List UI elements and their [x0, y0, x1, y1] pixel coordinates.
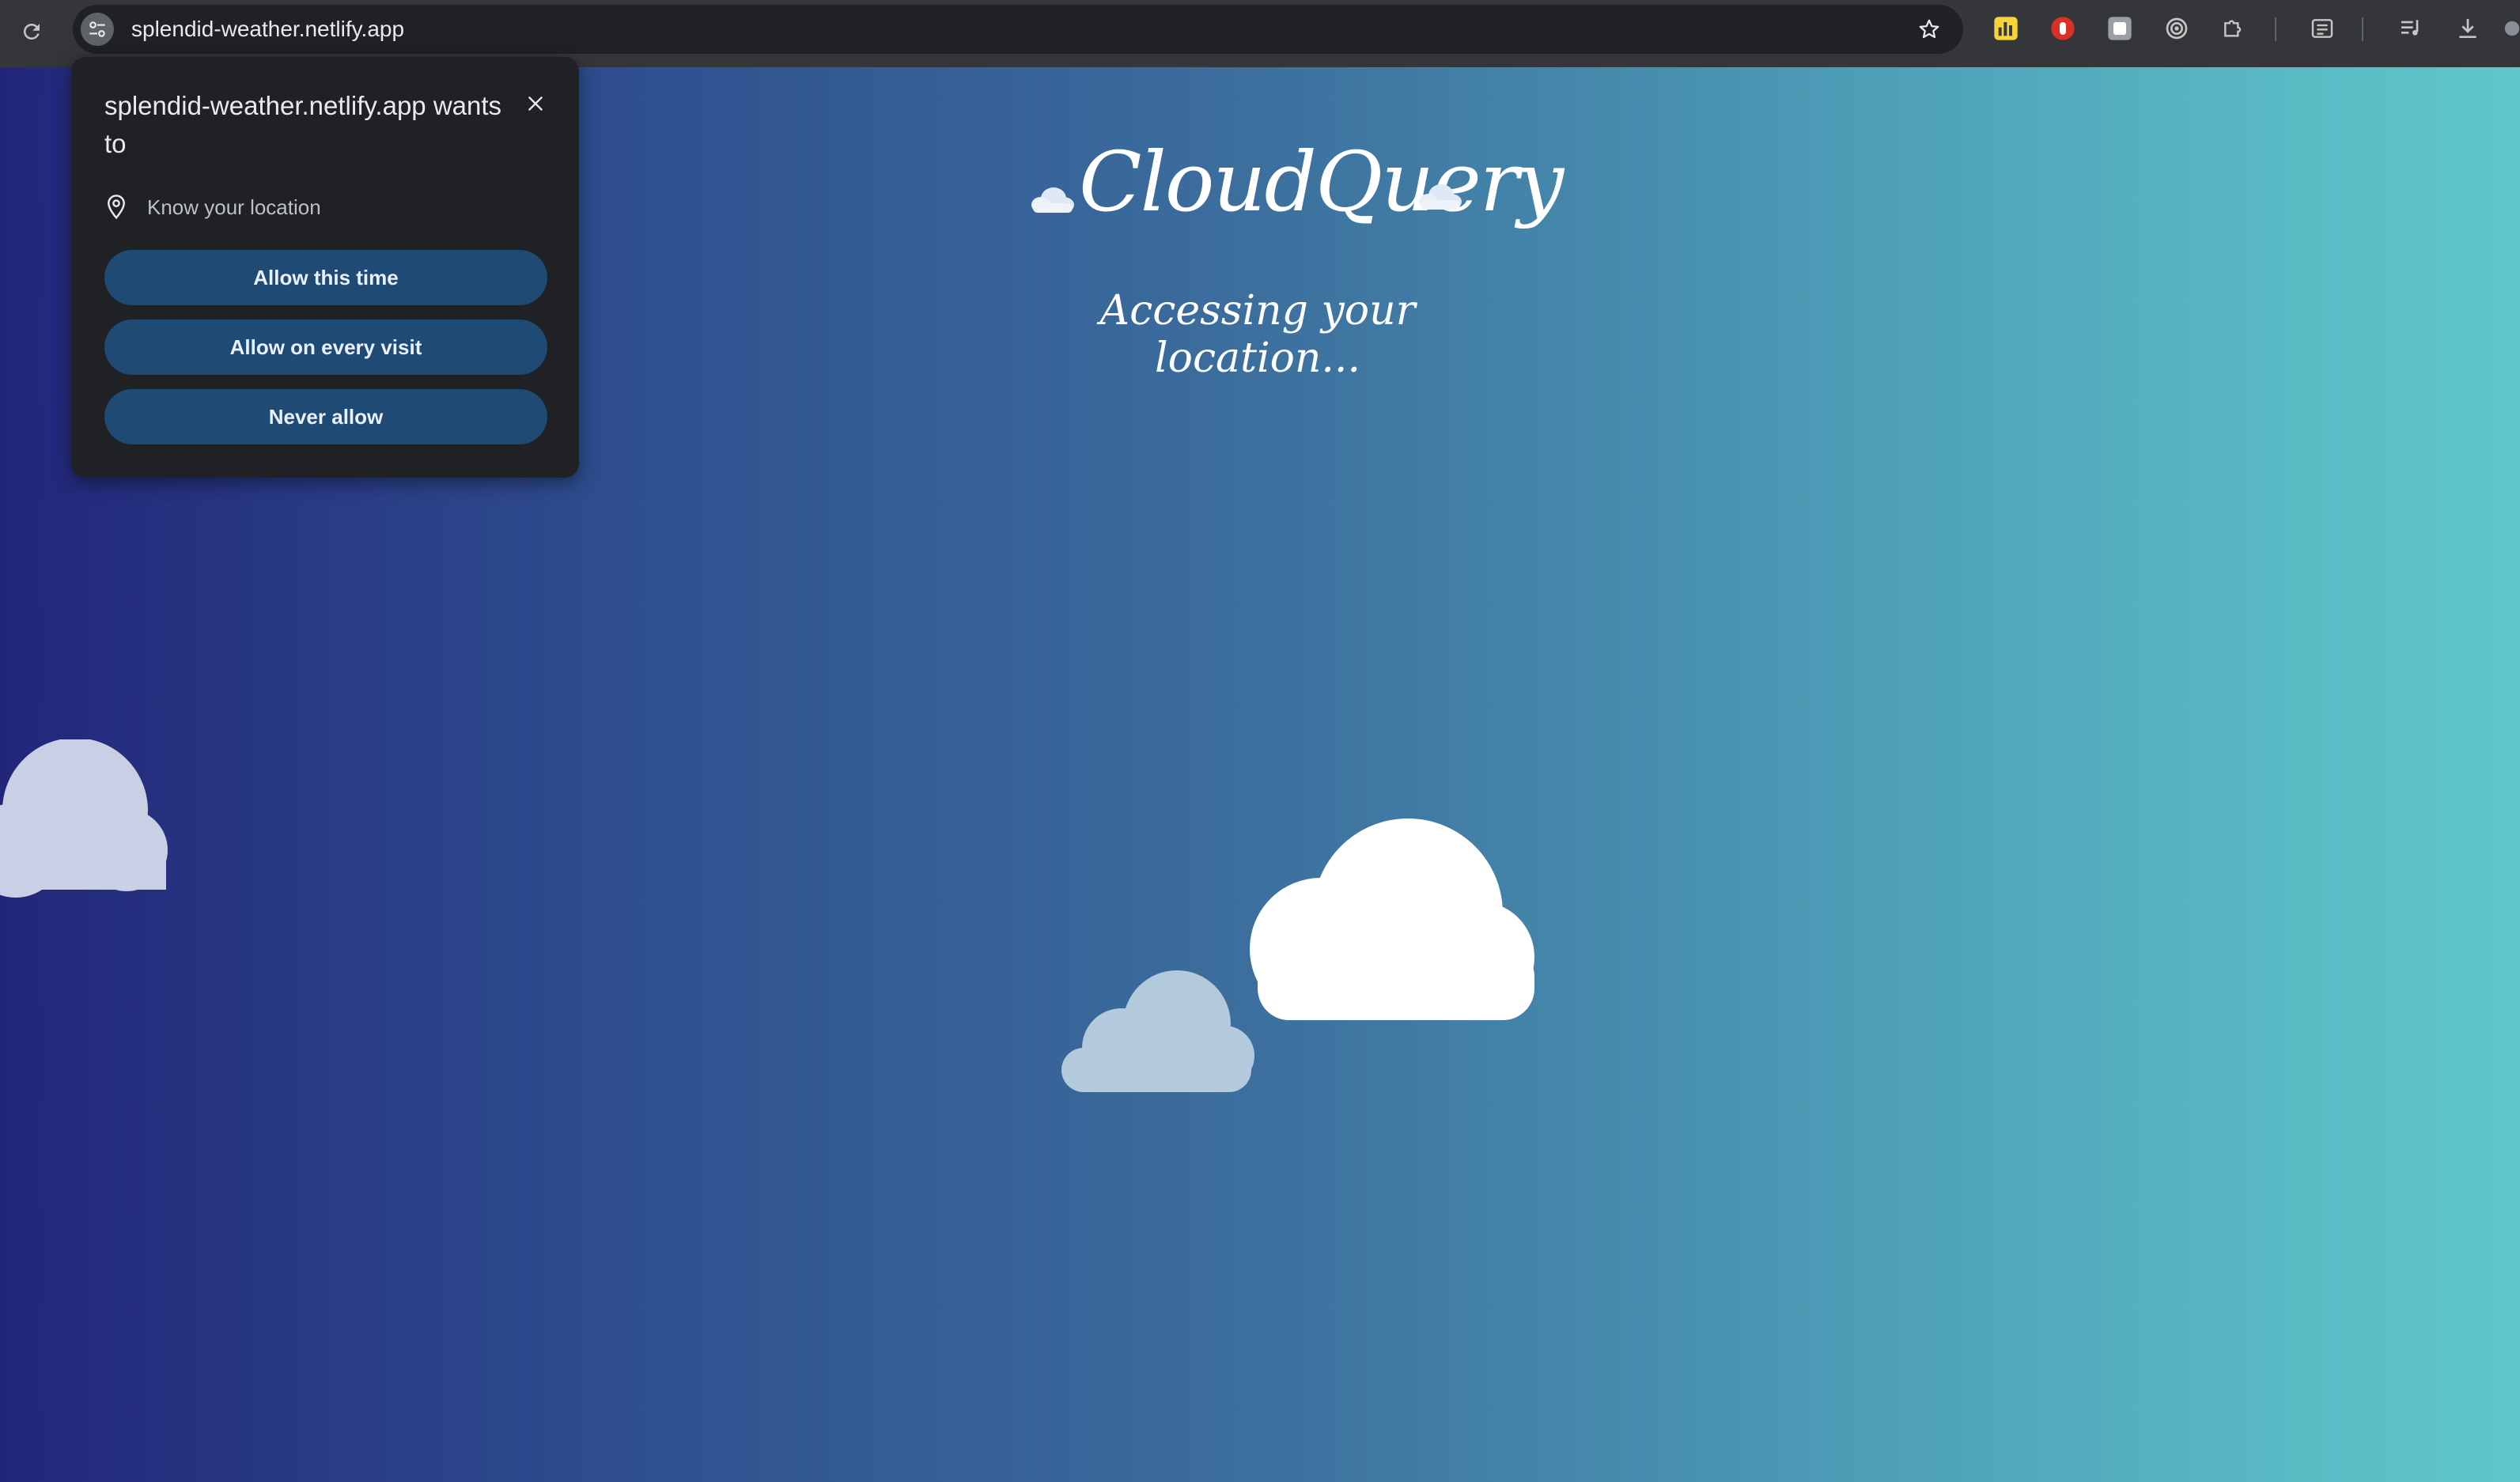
target-extension-icon[interactable]: [2162, 14, 2191, 43]
allow-every-visit-button[interactable]: Allow on every visit: [104, 319, 547, 375]
url-text[interactable]: splendid-weather.netlify.app: [131, 5, 404, 54]
app-title: CloudQuery: [1079, 134, 1564, 230]
avatar[interactable]: [2504, 14, 2520, 43]
reading-list-icon[interactable]: [2308, 14, 2336, 43]
cloud-illustration: [0, 739, 168, 898]
download-icon[interactable]: [2454, 14, 2482, 43]
chart-extension-icon[interactable]: [1992, 14, 2020, 43]
permission-row: Know your location: [104, 191, 321, 223]
tune-icon[interactable]: [81, 13, 114, 46]
toolbar-divider: [2362, 17, 2363, 41]
cloud-illustration: [1250, 819, 1534, 1020]
cloud-illustration: [1061, 970, 1254, 1092]
media-queue-icon[interactable]: [2397, 14, 2425, 43]
status-message: Accessing your location...: [1099, 287, 1416, 382]
cloud-icon: [1419, 184, 1462, 210]
allow-this-time-button[interactable]: Allow this time: [104, 250, 547, 305]
cloud-icon: [1031, 187, 1074, 213]
puzzle-icon[interactable]: [2219, 14, 2248, 43]
never-allow-button[interactable]: Never allow: [104, 389, 547, 444]
star-icon[interactable]: [1914, 14, 1944, 44]
toolbar-divider: [2275, 17, 2276, 41]
dialog-title: splendid-weather.netlify.app wants to: [104, 91, 502, 158]
puzzle-tile-extension-icon[interactable]: [2106, 14, 2134, 43]
location-pin-icon: [104, 191, 131, 223]
permission-label: Know your location: [147, 195, 321, 219]
stop-hand-extension-icon[interactable]: [2049, 14, 2077, 43]
close-icon[interactable]: [522, 90, 549, 117]
address-bar[interactable]: splendid-weather.netlify.app: [73, 5, 1963, 54]
location-permission-dialog: splendid-weather.netlify.app wants to Kn…: [71, 57, 579, 478]
reload-icon[interactable]: [16, 16, 47, 47]
app-logo: CloudQuery: [1028, 123, 1564, 241]
